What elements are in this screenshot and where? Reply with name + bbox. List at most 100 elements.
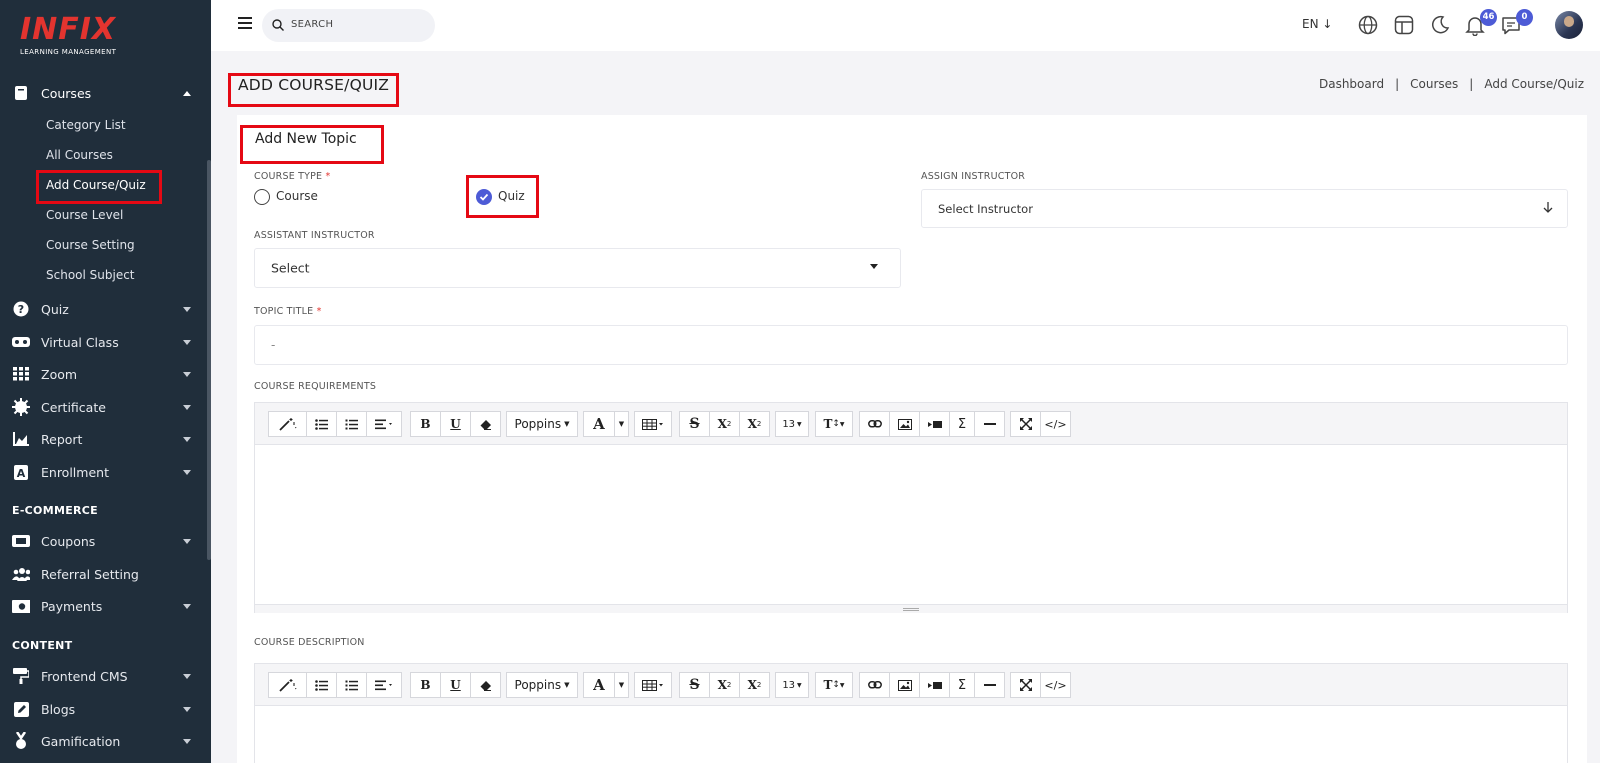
text-color-dropdown-icon[interactable]: ▼ bbox=[614, 411, 629, 437]
underline-icon[interactable]: U bbox=[440, 411, 471, 437]
bold-icon[interactable]: B bbox=[410, 411, 441, 437]
eraser-icon[interactable] bbox=[470, 411, 501, 437]
sidebar-subitem-course-setting[interactable]: Course Setting bbox=[46, 235, 135, 255]
resize-handle[interactable] bbox=[255, 604, 1567, 613]
sidebar-item-gamification[interactable]: Gamification bbox=[0, 725, 207, 757]
image-icon[interactable] bbox=[889, 672, 920, 698]
text-color-icon[interactable]: A bbox=[583, 411, 615, 437]
sidebar-item-label: Zoom bbox=[41, 366, 78, 382]
font-size-dropdown[interactable]: 13 ▼ bbox=[775, 411, 809, 437]
link-icon[interactable] bbox=[859, 411, 890, 437]
search-input[interactable]: SEARCH bbox=[262, 9, 435, 42]
course-radio-label: Course bbox=[276, 189, 318, 203]
sidebar-scrollbar[interactable] bbox=[207, 160, 211, 560]
globe-icon[interactable] bbox=[1357, 14, 1379, 36]
video-icon[interactable] bbox=[919, 672, 950, 698]
underline-icon[interactable]: U bbox=[440, 672, 471, 698]
topic-title-value: - bbox=[271, 338, 276, 352]
magic-wand-icon[interactable] bbox=[268, 411, 307, 437]
logo-text: INFIX bbox=[20, 12, 117, 47]
svg-text:?: ? bbox=[18, 303, 24, 316]
superscript-icon[interactable]: X2 bbox=[709, 411, 740, 437]
sidebar-item-zoom[interactable]: Zoom bbox=[0, 358, 207, 390]
strikethrough-icon[interactable]: S bbox=[679, 672, 710, 698]
fullscreen-icon[interactable] bbox=[1010, 411, 1041, 437]
line-height-icon[interactable]: T ↕ ▼ bbox=[815, 672, 853, 698]
hamburger-menu-icon[interactable] bbox=[238, 17, 252, 29]
caret-down-icon bbox=[870, 264, 878, 269]
superscript-icon[interactable]: X2 bbox=[709, 672, 740, 698]
course-description-editor[interactable]: B U Poppins ▼ A ▼ S X2 X2 13 ▼ T ↕ ▼ Σ </> bbox=[254, 663, 1568, 763]
code-view-icon[interactable]: </> bbox=[1040, 672, 1071, 698]
sidebar-item-label: Coupons bbox=[41, 533, 96, 549]
image-icon[interactable] bbox=[889, 411, 920, 437]
breadcrumb-dashboard[interactable]: Dashboard bbox=[1319, 77, 1384, 91]
text-color-dropdown-icon[interactable]: ▼ bbox=[614, 672, 629, 698]
magic-wand-icon[interactable] bbox=[268, 672, 307, 698]
sidebar-subitem-school-subject[interactable]: School Subject bbox=[46, 265, 135, 285]
chevron-down-icon bbox=[183, 339, 191, 345]
sidebar-subitem-all-courses[interactable]: All Courses bbox=[46, 145, 113, 165]
sidebar-item-courses[interactable]: Courses bbox=[0, 77, 207, 109]
font-size-dropdown[interactable]: 13 ▼ bbox=[775, 672, 809, 698]
question-circle-icon: ? bbox=[12, 300, 30, 318]
sidebar-item-enrollment[interactable]: A Enrollment bbox=[0, 456, 207, 488]
horizontal-rule-icon[interactable] bbox=[974, 672, 1005, 698]
assistant-instructor-select[interactable]: Select bbox=[254, 248, 901, 288]
subscript-icon[interactable]: X2 bbox=[739, 411, 770, 437]
chevron-down-icon bbox=[183, 469, 191, 475]
table-icon[interactable] bbox=[634, 411, 672, 437]
sidebar-item-frontend-cms[interactable]: Frontend CMS bbox=[0, 660, 207, 692]
subscript-icon[interactable]: X2 bbox=[739, 672, 770, 698]
align-dropdown-icon[interactable] bbox=[366, 672, 402, 698]
bullet-list-icon[interactable] bbox=[306, 411, 337, 437]
sidebar-item-virtual-class[interactable]: Virtual Class bbox=[0, 326, 207, 358]
numbered-list-icon[interactable] bbox=[336, 411, 367, 437]
sidebar-item-report[interactable]: Report bbox=[0, 423, 207, 455]
topic-title-input[interactable]: - bbox=[254, 325, 1568, 365]
font-family-dropdown[interactable]: Poppins ▼ bbox=[506, 411, 578, 437]
video-icon[interactable] bbox=[919, 411, 950, 437]
logo[interactable]: INFIX LEARNING MANAGEMENT bbox=[20, 12, 117, 57]
code-view-icon[interactable]: </> bbox=[1040, 411, 1071, 437]
line-height-icon[interactable]: T ↕ ▼ bbox=[815, 411, 853, 437]
chevron-down-icon bbox=[183, 538, 191, 544]
text-color-icon[interactable]: A bbox=[583, 672, 615, 698]
highlight-box bbox=[36, 170, 162, 204]
link-icon[interactable] bbox=[859, 672, 890, 698]
strikethrough-icon[interactable]: S bbox=[679, 411, 710, 437]
chevron-down-icon bbox=[183, 404, 191, 410]
sidebar-subitem-category-list[interactable]: Category List bbox=[46, 115, 126, 135]
sidebar-item-coupons[interactable]: Coupons bbox=[0, 525, 207, 557]
chevron-down-icon bbox=[183, 306, 191, 312]
table-icon[interactable] bbox=[634, 672, 672, 698]
course-radio[interactable] bbox=[254, 189, 270, 205]
fullscreen-icon[interactable] bbox=[1010, 672, 1041, 698]
sidebar-item-certificate[interactable]: Certificate bbox=[0, 391, 207, 423]
align-dropdown-icon[interactable] bbox=[366, 411, 402, 437]
sidebar-item-referral-setting[interactable]: Referral Setting bbox=[0, 558, 207, 590]
eraser-icon[interactable] bbox=[470, 672, 501, 698]
sidebar-item-payments[interactable]: Payments bbox=[0, 590, 207, 622]
formula-icon[interactable]: Σ bbox=[949, 411, 975, 437]
sidebar-subitem-course-level[interactable]: Course Level bbox=[46, 205, 123, 225]
breadcrumb-courses[interactable]: Courses bbox=[1410, 77, 1458, 91]
bullet-list-icon[interactable] bbox=[306, 672, 337, 698]
moon-icon[interactable] bbox=[1429, 14, 1451, 36]
money-icon bbox=[12, 597, 30, 615]
horizontal-rule-icon[interactable] bbox=[974, 411, 1005, 437]
assign-instructor-select[interactable]: Select Instructor bbox=[921, 189, 1568, 228]
vr-headset-icon bbox=[12, 333, 30, 351]
avatar[interactable] bbox=[1555, 11, 1583, 39]
bold-icon[interactable]: B bbox=[410, 672, 441, 698]
formula-icon[interactable]: Σ bbox=[949, 672, 975, 698]
layout-icon[interactable] bbox=[1393, 14, 1415, 36]
assistant-instructor-value: Select bbox=[271, 260, 310, 276]
numbered-list-icon[interactable] bbox=[336, 672, 367, 698]
sidebar-item-quiz[interactable]: ? Quiz bbox=[0, 293, 207, 325]
language-selector[interactable]: EN ↓ bbox=[1302, 17, 1332, 31]
course-requirements-editor[interactable]: B U Poppins ▼ A ▼ S X2 X2 13 ▼ T ↕ ▼ Σ </> bbox=[254, 402, 1568, 613]
sidebar-item-blogs[interactable]: Blogs bbox=[0, 693, 207, 725]
font-family-dropdown[interactable]: Poppins ▼ bbox=[506, 672, 578, 698]
course-type-label: COURSE TYPE * bbox=[254, 171, 331, 182]
